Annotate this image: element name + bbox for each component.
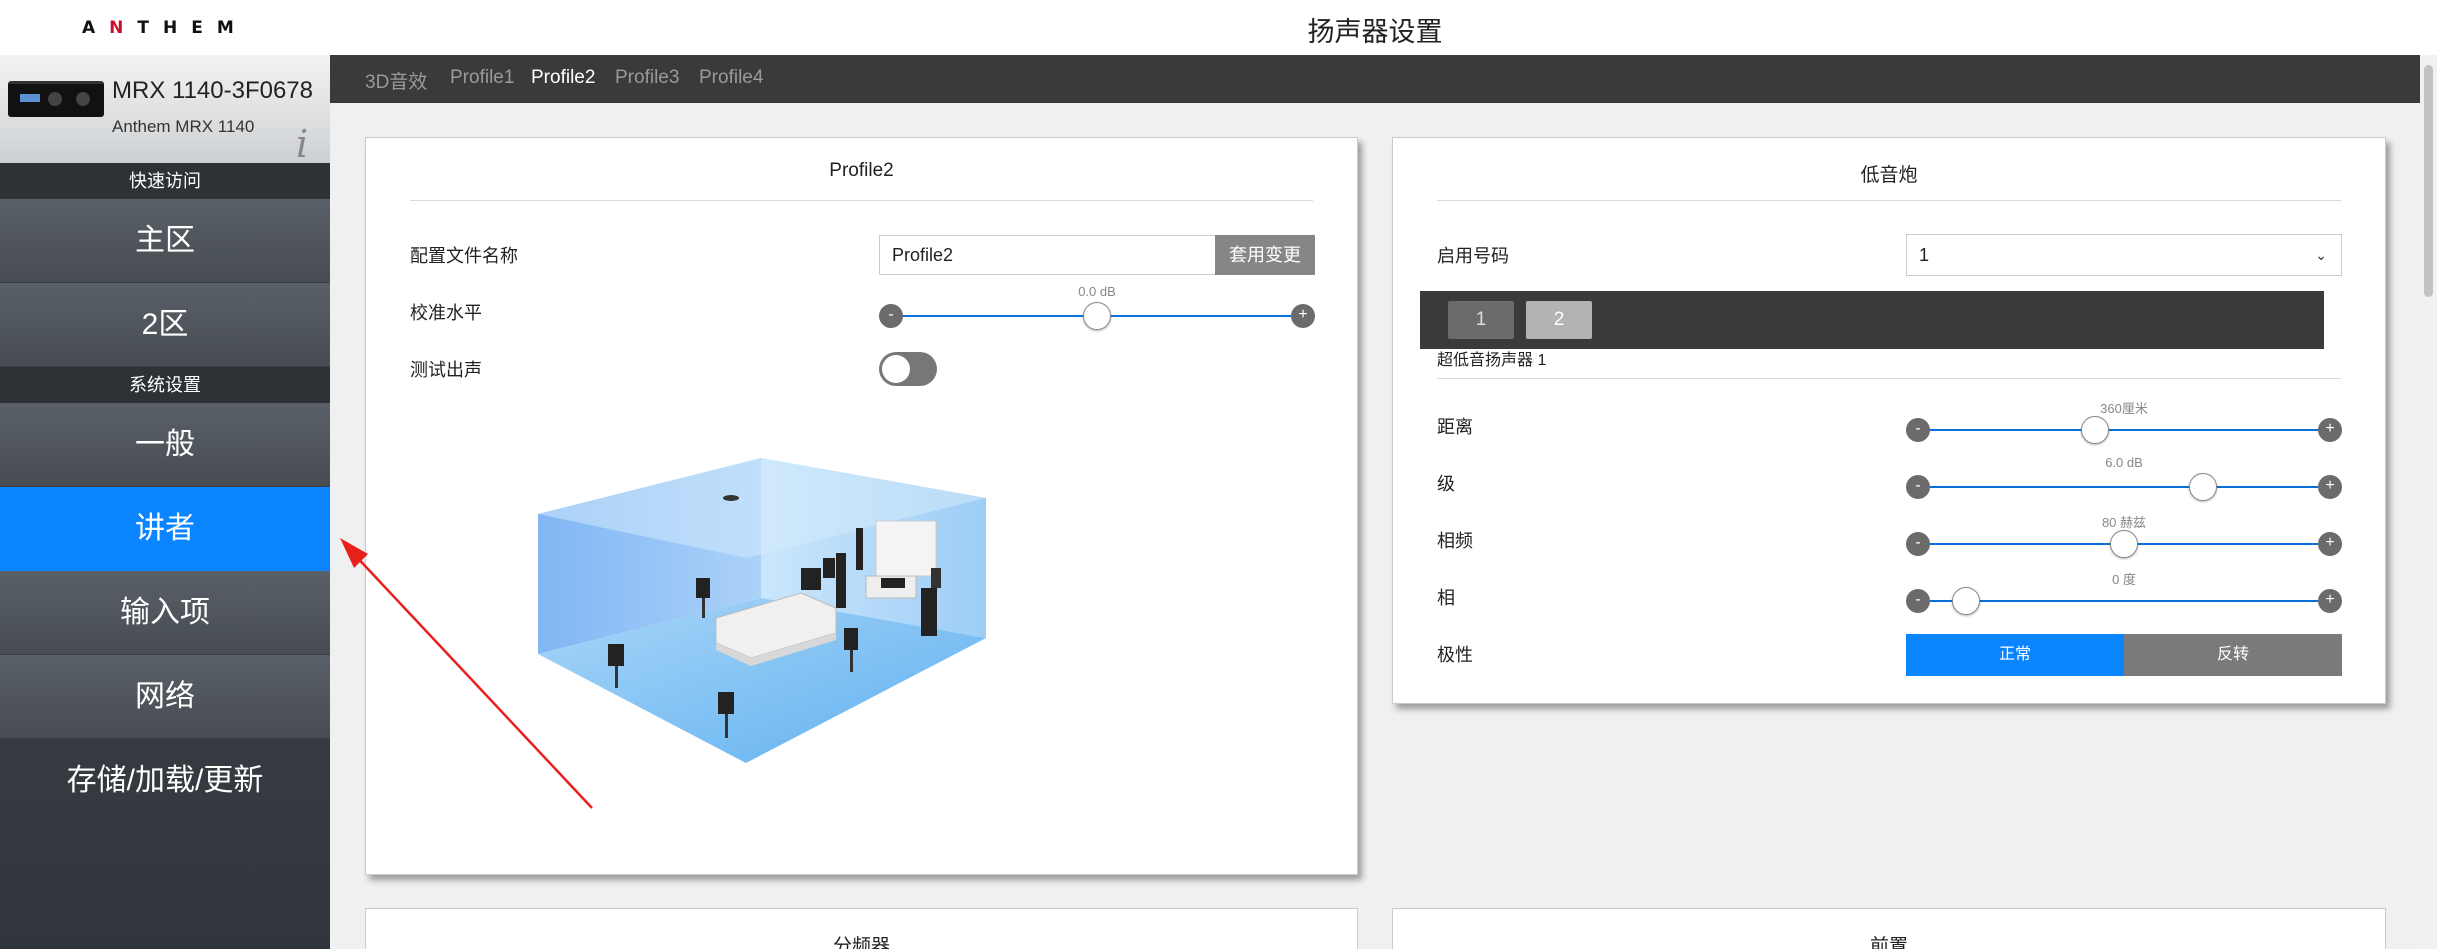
- enabled-count-label: 启用号码: [1437, 246, 1509, 266]
- tab-profile3[interactable]: Profile3: [615, 67, 679, 89]
- slider-thumb[interactable]: [1951, 587, 1980, 615]
- distance-label: 距离: [1437, 417, 1473, 437]
- sidebar-item-network[interactable]: 网络: [0, 655, 330, 739]
- increase-button[interactable]: +: [2318, 475, 2342, 499]
- tab-profile2[interactable]: Profile2: [531, 67, 595, 89]
- crossover-slider[interactable]: - +: [1906, 529, 2342, 559]
- profile-name-label: 配置文件名称: [410, 246, 518, 266]
- sidebar-item-zone-2[interactable]: 2区: [0, 283, 330, 367]
- quick-access-header: 快速访问: [0, 163, 330, 199]
- scrollbar-thumb[interactable]: [2424, 65, 2433, 297]
- info-icon[interactable]: i: [296, 125, 308, 163]
- crossover-label: 相频: [1437, 531, 1473, 551]
- subwoofer-tabs: 1 2: [1420, 291, 2324, 349]
- level-label: 级: [1437, 474, 1455, 494]
- increase-button[interactable]: +: [1291, 304, 1315, 328]
- decrease-button[interactable]: -: [879, 304, 903, 328]
- tab-profile4[interactable]: Profile4: [699, 67, 763, 89]
- calibration-level-label: 校准水平: [410, 303, 482, 323]
- enabled-count-select[interactable]: 1 ⌄: [1906, 234, 2342, 276]
- select-value: 1: [1919, 245, 1930, 265]
- chevron-down-icon: ⌄: [2315, 247, 2327, 263]
- device-header: MRX 1140-3F0678 Anthem MRX 1140 i: [0, 55, 330, 163]
- apply-changes-button[interactable]: 套用变更: [1215, 235, 1315, 275]
- anthem-logo: ANTHEM: [82, 18, 248, 38]
- slider-thumb[interactable]: [2110, 530, 2138, 558]
- increase-button[interactable]: +: [2318, 532, 2342, 556]
- device-model: Anthem MRX 1140: [112, 117, 255, 136]
- tab-subwoofer-2[interactable]: 2: [1526, 301, 1592, 339]
- sidebar-item-speakers[interactable]: 讲者: [0, 487, 330, 571]
- test-tone-label: 测试出声: [410, 360, 482, 380]
- increase-button[interactable]: +: [2318, 418, 2342, 442]
- crossover-panel-title: 分频器: [832, 936, 890, 949]
- slider-thumb[interactable]: [2081, 416, 2110, 444]
- receiver-image: [8, 81, 104, 117]
- subwoofer-panel-title: 低音炮: [1860, 165, 1918, 186]
- polarity-label: 极性: [1437, 645, 1473, 665]
- test-tone-toggle[interactable]: [879, 352, 937, 386]
- sidebar-item-general[interactable]: 一般: [0, 403, 330, 487]
- crossover-panel: 分频器: [365, 908, 1358, 949]
- increase-button[interactable]: +: [2318, 589, 2342, 613]
- page-title: 扬声器设置: [1307, 17, 1443, 47]
- page-scrollbar[interactable]: [2420, 55, 2437, 949]
- phase-label: 相: [1437, 588, 1455, 608]
- decrease-button[interactable]: -: [1906, 475, 1930, 499]
- subwoofer-section-label: 超低音扬声器 1: [1437, 352, 1547, 369]
- subwoofer-panel: 低音炮 启用号码 1 ⌄ 1 2 超低音扬声器 1 距离 360厘米 - + 级…: [1392, 137, 2386, 704]
- calibration-level-value: 0.0 dB: [1078, 284, 1116, 299]
- top-bar: ANTHEM 扬声器设置: [0, 0, 2437, 55]
- slider-thumb[interactable]: [1083, 302, 1111, 330]
- annotation-arrow: [340, 538, 593, 809]
- polarity-reverse-button[interactable]: 反转: [2124, 634, 2342, 676]
- profile-name-input[interactable]: Profile2: [879, 235, 1215, 275]
- front-panel: 前置: [1392, 908, 2386, 949]
- system-settings-header: 系统设置: [0, 367, 330, 403]
- level-value: 6.0 dB: [2105, 455, 2143, 470]
- profile-panel-title: Profile2: [829, 160, 894, 181]
- sidebar: MRX 1140-3F0678 Anthem MRX 1140 i 快速访问 主…: [0, 55, 330, 949]
- sidebar-item-main-zone[interactable]: 主区: [0, 199, 330, 283]
- sidebar-item-save-load-update[interactable]: 存储/加载/更新: [0, 739, 330, 823]
- decrease-button[interactable]: -: [1906, 589, 1930, 613]
- level-slider[interactable]: - +: [1906, 472, 2342, 502]
- divider: [410, 200, 1313, 201]
- tab-profile1[interactable]: Profile1: [450, 67, 514, 89]
- tab-subwoofer-1[interactable]: 1: [1448, 301, 1514, 339]
- room-speaker-illustration: [538, 458, 986, 763]
- divider: [1437, 200, 2341, 201]
- slider-thumb[interactable]: [2189, 473, 2218, 501]
- sidebar-item-inputs[interactable]: 输入项: [0, 571, 330, 655]
- divider: [1437, 378, 2341, 379]
- distance-slider[interactable]: - +: [1906, 415, 2342, 445]
- calibration-level-slider[interactable]: - +: [879, 301, 1315, 331]
- front-panel-title: 前置: [1869, 936, 1908, 949]
- device-name: MRX 1140-3F0678: [112, 77, 313, 104]
- profile-tabs: 3D音效 Profile1 Profile2 Profile3 Profile4: [330, 55, 2420, 103]
- decrease-button[interactable]: -: [1906, 418, 1930, 442]
- polarity-normal-button[interactable]: 正常: [1906, 634, 2124, 676]
- phase-slider[interactable]: - +: [1906, 586, 2342, 616]
- decrease-button[interactable]: -: [1906, 532, 1930, 556]
- tab-3d-audio[interactable]: 3D音效: [365, 67, 427, 94]
